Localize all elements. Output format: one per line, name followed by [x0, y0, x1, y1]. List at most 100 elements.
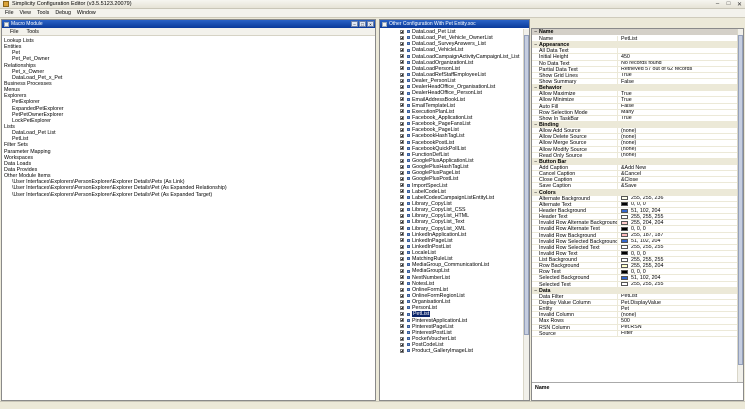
expand-icon[interactable] [400, 91, 404, 95]
expand-icon[interactable] [400, 250, 404, 255]
property-value[interactable]: PetList [618, 294, 737, 299]
menu-file[interactable]: File [2, 10, 17, 16]
menu-tools[interactable]: Tools [34, 10, 52, 16]
property-value[interactable]: No records found [618, 61, 737, 66]
expand-icon[interactable] [400, 183, 404, 188]
property-value[interactable]: 255, 255, 255 [618, 245, 737, 250]
property-value[interactable] [618, 48, 737, 53]
property-value[interactable]: 500 [618, 318, 737, 323]
expand-icon[interactable] [400, 29, 404, 34]
panel-close-icon[interactable]: × [367, 21, 374, 27]
collapse-icon[interactable]: − [532, 29, 539, 35]
expand-icon[interactable] [400, 133, 404, 138]
expand-icon[interactable] [400, 72, 404, 77]
expand-icon[interactable] [400, 232, 404, 237]
expand-icon[interactable] [400, 195, 404, 200]
property-value[interactable]: 0, 0, 0 [618, 226, 737, 232]
property-value[interactable]: 255, 255, 255 [618, 257, 737, 262]
property-value[interactable]: (none) [618, 153, 737, 158]
property-value[interactable]: 255, 204, 204 [618, 220, 737, 225]
expand-icon[interactable] [400, 121, 404, 126]
property-value[interactable]: 0, 0, 0 [618, 202, 737, 207]
property-value[interactable]: (none) [618, 140, 737, 145]
property-value[interactable]: 255, 187, 187 [618, 233, 737, 238]
expand-icon[interactable] [400, 146, 404, 151]
expand-icon[interactable] [400, 189, 404, 194]
expand-icon[interactable] [400, 238, 404, 243]
expand-icon[interactable] [400, 97, 404, 102]
expand-icon[interactable] [400, 164, 404, 169]
property-value[interactable]: 255, 255, 236 [618, 196, 737, 201]
minimize-icon[interactable]: – [712, 0, 723, 9]
expand-icon[interactable] [400, 213, 404, 218]
property-value[interactable]: Pet.DisplayValue [618, 300, 737, 305]
property-value[interactable]: 0, 0, 0 [618, 251, 737, 256]
expand-icon[interactable] [400, 115, 404, 120]
property-value[interactable]: Pet.RSN [618, 325, 737, 330]
expand-icon[interactable] [400, 127, 404, 132]
property-value[interactable]: True [618, 116, 737, 121]
expand-icon[interactable] [400, 324, 404, 329]
property-value[interactable]: 51, 102, 204 [618, 275, 737, 281]
menu-view[interactable]: View [17, 10, 34, 16]
expand-icon[interactable] [400, 293, 404, 298]
property-value[interactable]: Filter [618, 331, 737, 336]
expand-icon[interactable] [400, 103, 404, 108]
expand-icon[interactable] [400, 60, 404, 65]
property-value[interactable]: (none) [618, 128, 737, 133]
expand-icon[interactable] [400, 54, 404, 59]
property-value[interactable]: True [618, 73, 737, 78]
property-value[interactable]: (none) [618, 147, 737, 152]
expand-icon[interactable] [400, 269, 404, 274]
panel-maximize-icon[interactable]: □ [359, 21, 366, 27]
property-value[interactable]: Many [618, 110, 737, 115]
property-value[interactable]: (none) [618, 134, 737, 139]
property-value[interactable]: 255, 255, 255 [618, 282, 737, 287]
expand-icon[interactable] [400, 66, 404, 71]
expand-icon[interactable] [400, 207, 404, 212]
property-value[interactable]: True [618, 91, 737, 96]
expand-icon[interactable] [400, 330, 404, 335]
expand-icon[interactable] [400, 170, 404, 175]
expand-icon[interactable] [400, 299, 404, 304]
property-value[interactable]: &Close [618, 177, 737, 182]
property-value[interactable]: 255, 255, 255 [618, 214, 737, 219]
property-scrollbar[interactable] [737, 29, 743, 382]
maximize-icon[interactable]: □ [723, 0, 734, 9]
expand-icon[interactable] [400, 109, 404, 114]
property-value[interactable]: 51, 102, 204 [618, 239, 737, 244]
expand-icon[interactable] [400, 48, 404, 53]
close-icon[interactable]: ✕ [734, 0, 745, 9]
menu-debug[interactable]: Debug [52, 10, 74, 16]
property-row[interactable]: Source Filter [532, 330, 737, 337]
expand-icon[interactable] [400, 287, 404, 292]
property-value[interactable]: True [618, 97, 737, 102]
expand-icon[interactable] [400, 318, 404, 323]
expand-icon[interactable] [400, 244, 404, 249]
entity-scroll-thumb[interactable] [524, 35, 529, 335]
entity-scrollbar[interactable] [523, 29, 529, 400]
expand-icon[interactable] [400, 312, 404, 317]
expand-icon[interactable] [400, 201, 404, 206]
property-value[interactable]: 51, 102, 204 [618, 208, 737, 213]
property-value[interactable]: &Cancel [618, 171, 737, 176]
expand-icon[interactable] [400, 275, 404, 280]
expand-icon[interactable] [400, 84, 404, 89]
property-value[interactable]: Retrieved 57 out of 62 records [618, 67, 737, 72]
expand-icon[interactable] [400, 35, 404, 40]
property-value[interactable]: 450 [618, 54, 737, 59]
expand-icon[interactable] [400, 219, 404, 224]
expand-icon[interactable] [400, 336, 404, 341]
property-value[interactable]: False [618, 79, 737, 84]
property-value[interactable]: False [618, 104, 737, 109]
entity-list-item[interactable]: Product_GalleryImageList [400, 348, 523, 354]
property-value[interactable]: PetList [618, 36, 737, 41]
expand-icon[interactable] [400, 342, 404, 347]
expand-icon[interactable] [400, 262, 404, 267]
expand-icon[interactable] [400, 140, 404, 145]
property-value[interactable]: (none) [618, 312, 737, 317]
expand-icon[interactable] [400, 226, 404, 231]
expand-icon[interactable] [400, 348, 404, 353]
expand-icon[interactable] [400, 78, 404, 83]
panel-minimize-icon[interactable]: – [351, 21, 358, 27]
